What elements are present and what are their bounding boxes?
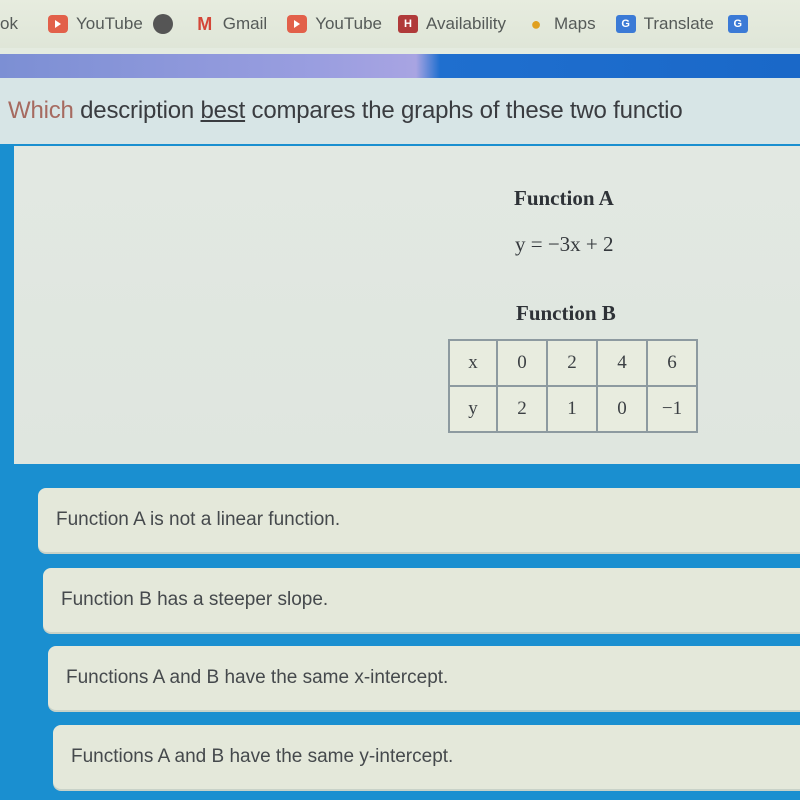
table-cell: 0 bbox=[596, 385, 648, 433]
table-cell: 4 bbox=[596, 339, 648, 387]
question-lead: Which bbox=[8, 97, 74, 124]
question-part2: compares the graphs of these two functio bbox=[245, 97, 683, 124]
bookmark-translate[interactable]: G Translate bbox=[615, 0, 728, 48]
table-cell: 6 bbox=[646, 339, 698, 387]
maps-icon: ● bbox=[530, 13, 542, 34]
bookmark-youtube-2[interactable]: YouTube bbox=[287, 0, 398, 48]
table-header-y: y bbox=[448, 385, 498, 433]
function-a-title: Function A bbox=[514, 186, 614, 210]
header-strip bbox=[0, 48, 800, 78]
table-cell: −1 bbox=[646, 385, 698, 433]
bookmark-maps[interactable]: ● Maps bbox=[526, 0, 616, 48]
gmail-icon: M bbox=[197, 13, 213, 34]
answer-choice-1[interactable]: Function A is not a linear function. bbox=[38, 488, 800, 552]
answer-choice-label: Functions A and B have the same x-interc… bbox=[66, 667, 449, 688]
bookmarks-bar: ok YouTube M Gmail YouTube H Availabilit… bbox=[0, 0, 800, 48]
youtube-icon bbox=[47, 15, 68, 33]
question-panel: Function A y = −3x + 2 Function B x 0 2 … bbox=[14, 146, 800, 464]
bookmark-label: Translate bbox=[643, 14, 714, 33]
translate-icon: G bbox=[615, 15, 636, 33]
question-text: Which description best compares the grap… bbox=[8, 97, 683, 125]
table-cell: 2 bbox=[496, 385, 548, 433]
table-row-x: x 0 2 4 6 bbox=[448, 339, 698, 387]
answer-choice-2[interactable]: Function B has a steeper slope. bbox=[43, 568, 800, 632]
answer-choice-label: Functions A and B have the same y-interc… bbox=[71, 746, 454, 767]
table-cell: 2 bbox=[546, 339, 598, 387]
answer-choice-3[interactable]: Functions A and B have the same x-interc… bbox=[48, 646, 800, 710]
globe-icon bbox=[152, 14, 173, 34]
bookmark-gmail[interactable]: M Gmail bbox=[195, 0, 287, 48]
youtube-icon bbox=[287, 15, 308, 33]
bookmark-label: Maps bbox=[554, 14, 596, 33]
table-header-x: x bbox=[448, 339, 498, 387]
bookmark-icon: G bbox=[727, 15, 748, 33]
table-cell: 1 bbox=[546, 385, 598, 433]
bookmark-label: Gmail bbox=[222, 14, 268, 33]
question-part1: description bbox=[73, 97, 201, 124]
question-emphasis: best bbox=[200, 97, 246, 124]
answer-choice-label: Function B has a steeper slope. bbox=[61, 589, 329, 610]
bookmark-youtube[interactable]: YouTube bbox=[47, 0, 153, 48]
bookmark-extra[interactable]: G bbox=[727, 0, 766, 48]
bookmark-label: Availability bbox=[426, 14, 507, 33]
bookmark-label: ok bbox=[0, 14, 18, 33]
availability-icon: H bbox=[398, 15, 418, 33]
table-cell: 0 bbox=[496, 339, 548, 387]
answer-choice-4[interactable]: Functions A and B have the same y-interc… bbox=[53, 725, 800, 789]
answer-choice-label: Function A is not a linear function. bbox=[56, 509, 341, 530]
function-b-title: Function B bbox=[516, 301, 616, 325]
bookmark-partial[interactable]: ok bbox=[0, 0, 48, 48]
table-row-y: y 2 1 0 −1 bbox=[448, 385, 698, 433]
bookmark-label: YouTube bbox=[75, 14, 143, 33]
bookmark-label: YouTube bbox=[315, 14, 382, 33]
function-a-equation: y = −3x + 2 bbox=[515, 232, 614, 256]
bookmark-globe[interactable] bbox=[152, 0, 195, 48]
function-b-table: x 0 2 4 6 y 2 1 0 −1 bbox=[448, 339, 698, 433]
question-bar: Which description best compares the grap… bbox=[0, 78, 800, 144]
bookmark-availability[interactable]: H Availability bbox=[398, 0, 526, 48]
